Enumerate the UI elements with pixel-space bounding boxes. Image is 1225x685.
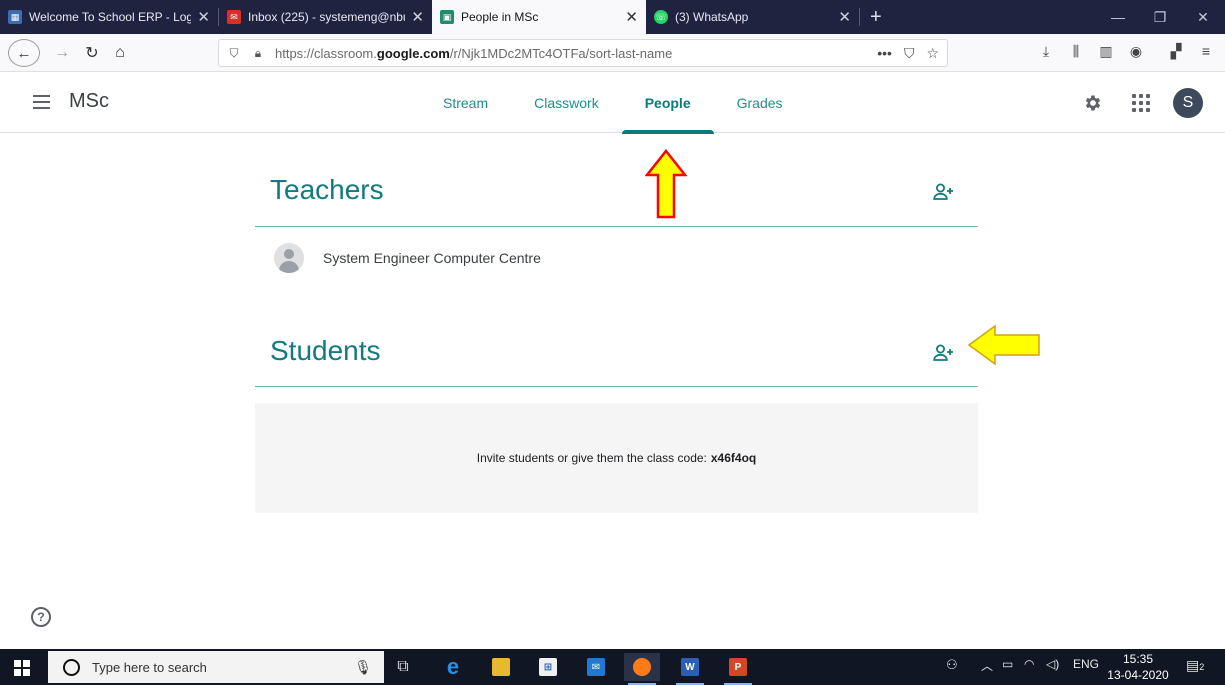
class-settings-gear-icon[interactable] (1081, 91, 1105, 115)
tab-stream[interactable]: Stream (420, 73, 511, 133)
tab-title: Inbox (225) - systemeng@nbu... (248, 10, 406, 24)
google-apps-grid-icon[interactable] (1129, 91, 1153, 115)
home-icon: ⌂ (115, 44, 125, 61)
help-question-icon[interactable]: ? (31, 607, 51, 627)
teacher-list-item: System Engineer Computer Centre (274, 243, 541, 273)
url-prefix: https://classroom. (275, 45, 377, 61)
invite-teacher-icon[interactable] (932, 180, 956, 204)
clock-time: 15:35 (1122, 652, 1154, 666)
annotation-left-arrow-icon (967, 324, 1040, 366)
school-erp-favicon-icon: ▦ (8, 10, 22, 24)
minimize-window-icon[interactable]: — (1095, 0, 1141, 34)
teachers-divider (255, 226, 978, 227)
cortana-search-icon (63, 658, 80, 676)
file-explorer-icon[interactable] (483, 653, 519, 681)
system-clock[interactable]: 15:35 13-04-2020 (1103, 651, 1173, 683)
microphone-icon[interactable]: 🎙︎ (354, 659, 372, 676)
whatsapp-favicon-icon: ☏ (654, 10, 668, 24)
padlock-icon[interactable]: 🔒︎ (249, 46, 267, 61)
windows-start-icon[interactable] (14, 660, 30, 676)
downloads-icon[interactable]: ⤓ (1036, 43, 1056, 60)
windows-taskbar: Type here to search 🎙︎ ⧉ e ⊞ ✉ W P ⚇ ︿ ▭… (0, 649, 1225, 685)
task-view-icon[interactable]: ⧉ (385, 653, 421, 681)
page-actions-menu-icon[interactable]: ••• (877, 45, 892, 61)
tab-grades[interactable]: Grades (714, 73, 806, 133)
browser-navigation-bar: ← → ↻ ⌂ ⛉ 🔒︎ https://classroom.google.co… (0, 34, 1225, 72)
tab-people[interactable]: People (621, 73, 714, 134)
reload-button[interactable]: ↻ (80, 39, 104, 67)
forward-button[interactable]: → (50, 39, 74, 67)
action-center-notification-icon[interactable]: ▤2 (1186, 657, 1204, 674)
address-bar-actions: ••• ⛉ ☆ (877, 40, 939, 66)
tab-close-icon[interactable]: ✕ (838, 8, 851, 26)
new-tab-button[interactable]: + (860, 0, 892, 34)
sidebar-icon[interactable]: ▥ (1096, 43, 1116, 60)
url-text: https://classroom.google.com/r/Njk1MDc2M… (275, 46, 672, 61)
input-language[interactable]: ENG (1073, 657, 1099, 671)
clock-date: 13-04-2020 (1107, 668, 1169, 682)
wifi-icon[interactable]: ◠ (1024, 657, 1034, 671)
edge-browser-icon[interactable]: e (435, 653, 471, 681)
notification-count: 2 (1199, 662, 1205, 672)
class-code: x46f4oq (710, 451, 757, 465)
library-icon[interactable]: ⫼ (1066, 43, 1086, 60)
tab-title: Welcome To School ERP - Login (29, 10, 192, 24)
microsoft-store-icon[interactable]: ⊞ (530, 653, 566, 681)
tab-close-icon[interactable]: ✕ (625, 8, 638, 26)
battery-icon[interactable]: ▭ (1002, 657, 1013, 671)
address-bar[interactable]: ⛉ 🔒︎ https://classroom.google.com/r/Njk1… (218, 39, 948, 67)
restore-window-icon[interactable]: ❐ (1137, 0, 1183, 34)
firefox-icon[interactable] (624, 653, 660, 685)
class-navigation-tabs: Stream Classwork People Grades (420, 73, 806, 134)
gmail-favicon-icon: ✉ (227, 10, 241, 24)
invite-students-icon[interactable] (932, 341, 956, 365)
screen: ▦ Welcome To School ERP - Login ✕ ✉ Inbo… (0, 0, 1225, 685)
taskbar-search-box[interactable]: Type here to search 🎙︎ (48, 651, 384, 683)
teacher-name: System Engineer Computer Centre (323, 250, 541, 266)
powerpoint-icon[interactable]: P (720, 653, 756, 685)
classroom-favicon-icon: ▣ (440, 10, 454, 24)
tab-close-icon[interactable]: ✕ (197, 8, 210, 26)
search-placeholder: Type here to search (92, 659, 207, 675)
students-heading: Students (270, 335, 381, 366)
tab-close-icon[interactable]: ✕ (411, 8, 424, 26)
tab-classwork[interactable]: Classwork (511, 73, 622, 133)
reload-icon: ↻ (85, 45, 99, 62)
bookmark-star-icon[interactable]: ☆ (926, 45, 939, 62)
people-icon[interactable]: ⚇ (946, 657, 958, 673)
main-menu-icon[interactable] (33, 95, 50, 109)
volume-icon[interactable]: ◁) (1046, 657, 1059, 671)
back-arrow-icon: ← (16, 44, 32, 62)
teacher-avatar-person-icon (274, 243, 304, 273)
forward-arrow-icon: → (54, 44, 70, 61)
annotation-up-arrow-icon (645, 149, 687, 219)
invite-students-empty-state: Invite students or give them the class c… (255, 403, 978, 513)
show-hidden-icons-chevron-up-icon[interactable]: ︿ (981, 657, 993, 674)
tab-title: (3) WhatsApp (675, 10, 749, 24)
invite-text: Invite students or give them the class c… (476, 451, 707, 465)
back-button[interactable]: ← (8, 39, 40, 67)
browser-tab-school-erp[interactable]: ▦ Welcome To School ERP - Login ✕ (0, 0, 218, 34)
browser-tab-inbox[interactable]: ✉ Inbox (225) - systemeng@nbu... ✕ (219, 0, 432, 34)
class-name[interactable]: MSc (69, 90, 109, 113)
url-path: /r/Njk1MDc2MTc4OTFa/sort-last-name (449, 45, 673, 61)
teachers-heading: Teachers (270, 174, 384, 205)
tracking-protection-shield-icon[interactable]: ⛉ (225, 46, 243, 61)
account-icon[interactable]: ◉ (1126, 43, 1146, 60)
browser-tab-strip: ▦ Welcome To School ERP - Login ✕ ✉ Inbo… (0, 0, 1225, 34)
browser-tab-people-in-msc[interactable]: ▣ People in MSc ✕ (432, 0, 646, 34)
close-window-icon[interactable]: ✕ (1180, 0, 1225, 34)
students-divider (255, 386, 978, 387)
classroom-header: MSc Stream Classwork People Grades S (0, 73, 1225, 134)
url-domain: google.com (376, 45, 450, 61)
browser-tab-whatsapp[interactable]: ☏ (3) WhatsApp ✕ (646, 0, 859, 34)
word-icon[interactable]: W (672, 653, 708, 685)
account-avatar[interactable]: S (1173, 88, 1203, 118)
browser-menu-icon[interactable]: ≡ (1196, 43, 1216, 59)
home-button[interactable]: ⌂ (108, 39, 132, 67)
mail-icon[interactable]: ✉ (578, 653, 614, 681)
extensions-icon[interactable]: ▞ (1166, 43, 1186, 60)
tab-title: People in MSc (461, 10, 539, 24)
pocket-icon[interactable]: ⛉ (904, 45, 915, 62)
